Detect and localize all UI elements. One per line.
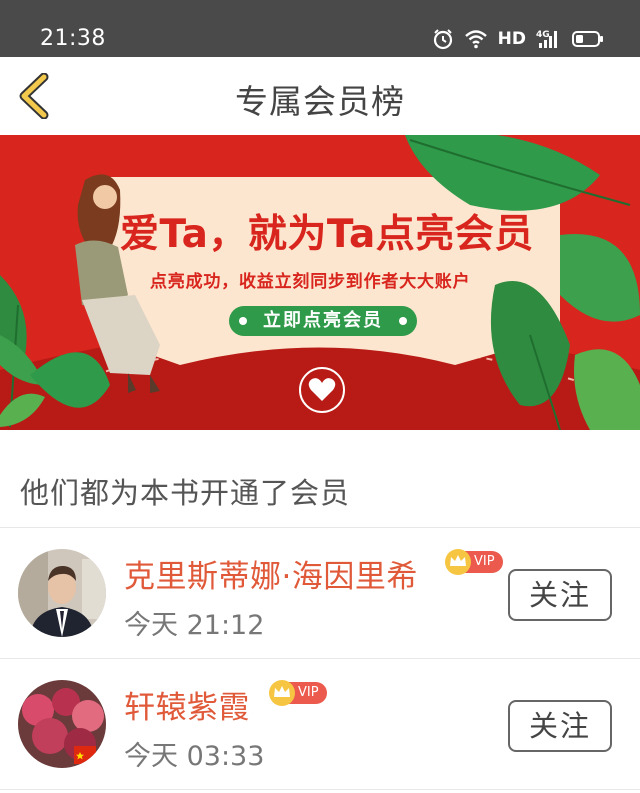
promo-banner[interactable]: 爱Ta，就为Ta点亮会员 点亮成功，收益立刻同步到作者大大账户 立即点亮会员 <box>0 135 640 430</box>
status-icons: HD 4G <box>432 26 604 52</box>
follow-button[interactable]: 关注 <box>508 569 612 621</box>
member-name[interactable]: 克里斯蒂娜·海因里希 <box>124 551 418 596</box>
list-item[interactable]: 轩辕紫霞 VIP 今天 03:33 关注 <box>0 660 640 790</box>
wifi-icon <box>464 30 487 49</box>
status-bar: 21:38 HD 4G <box>0 0 640 57</box>
vip-label: VIP <box>298 685 319 700</box>
banner-headline: 爱Ta，就为Ta点亮会员 <box>120 212 534 257</box>
status-time: 21:38 <box>40 26 106 51</box>
avatar[interactable] <box>18 680 106 768</box>
avatar-image <box>18 549 106 637</box>
crown-icon <box>445 549 471 575</box>
alarm-icon <box>433 29 452 50</box>
avatar[interactable] <box>18 549 106 637</box>
member-name[interactable]: 轩辕紫霞 <box>124 682 250 727</box>
vip-badge: VIP <box>445 549 503 575</box>
avatar-image <box>18 680 106 768</box>
battery-icon <box>572 31 603 47</box>
nav-bar: 专属会员榜 <box>0 57 640 135</box>
crown-icon <box>269 680 295 706</box>
network-type-label: HD <box>497 29 526 49</box>
member-time: 今天 03:33 <box>124 741 265 772</box>
svg-text:4G: 4G <box>536 30 550 40</box>
section-title: 他们都为本书开通了会员 <box>20 476 351 510</box>
member-time: 今天 21:12 <box>124 610 265 641</box>
vip-label: VIP <box>474 554 495 569</box>
signal-icon: 4G <box>536 30 557 48</box>
banner-subtext: 点亮成功，收益立刻同步到作者大大账户 <box>150 272 471 292</box>
list-item[interactable]: 克里斯蒂娜·海因里希 VIP 今天 21:12 关注 <box>0 529 640 659</box>
follow-button[interactable]: 关注 <box>508 700 612 752</box>
page-title: 专属会员榜 <box>235 82 405 121</box>
section-header: 他们都为本书开通了会员 <box>0 430 640 528</box>
light-up-membership-button[interactable]: 立即点亮会员 <box>229 306 417 336</box>
vip-badge: VIP <box>269 680 327 706</box>
